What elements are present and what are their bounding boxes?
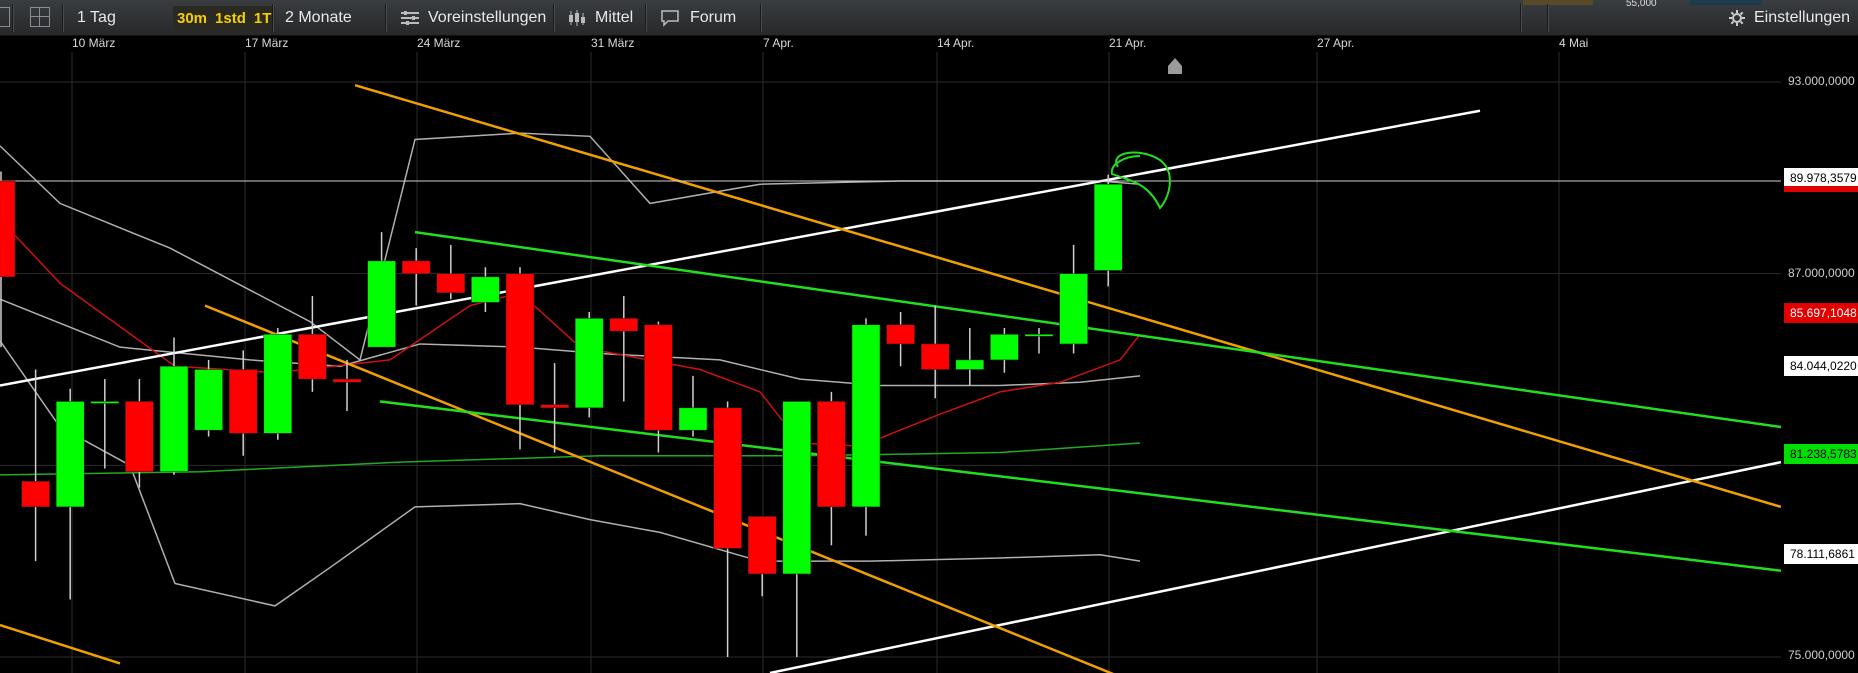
candle-down [609, 318, 639, 332]
price-tick-label: 87.000,0000 [1788, 266, 1855, 280]
forum-label: Forum [690, 9, 737, 26]
price-tag-ma-short: 85.697,1048 [1784, 303, 1858, 323]
candle-up [159, 366, 189, 472]
candle-down [817, 401, 846, 508]
toolbar-divider [760, 4, 762, 32]
price-tag-ma-long: 81.238,5783 [1784, 444, 1858, 464]
date-tick-label: 24 März [417, 36, 461, 50]
candle-down [713, 407, 742, 549]
indicator-label: Mittel [595, 9, 634, 26]
price-tag-bollinger-mid: 84.044,0220 [1784, 356, 1858, 376]
price-tick-label: 93.000,0000 [1788, 74, 1855, 88]
candle-down [21, 481, 50, 508]
candle-down [298, 334, 327, 380]
range-dropdown[interactable]: 2 Monate [285, 0, 352, 36]
presets-button[interactable]: Voreinstellungen [400, 0, 546, 36]
price-tag-last-underlay [1784, 186, 1858, 192]
candle-down [886, 324, 915, 345]
candle-down [125, 401, 154, 472]
toolbar-divider [12, 4, 14, 32]
layout-grid-icon[interactable] [30, 7, 50, 27]
price-tag-bollinger-upper: 89.978,3579 [1784, 168, 1858, 188]
candle-up [1024, 334, 1054, 337]
candle-up [90, 401, 120, 404]
toolbar: 1 Tag 30m 1std 1T 2 Monate Voreinstellun… [0, 0, 1858, 36]
candle-down [505, 273, 535, 405]
candle-down [920, 343, 950, 370]
period-dropdown[interactable]: 1 Tag [77, 0, 116, 36]
candle-down [747, 516, 777, 575]
presets-label: Voreinstellungen [428, 9, 547, 26]
candle-up [1093, 183, 1123, 271]
sliders-icon [401, 11, 419, 25]
candle-down [228, 369, 258, 434]
candle-down [0, 180, 16, 278]
date-tick-label: 21 Apr. [1109, 36, 1147, 50]
candle-up [574, 318, 604, 409]
candle-up [678, 407, 708, 431]
timeframe-group: 30m 1std 1T [173, 6, 276, 30]
chat-bubble-icon [661, 10, 679, 27]
event-marker-icon [1168, 58, 1182, 74]
date-tick-label: 7 Apr. [763, 36, 794, 50]
candlestick-icon [569, 10, 585, 26]
candle-up [367, 260, 396, 348]
trend-line-orange-bottom [0, 623, 121, 665]
candle-down [436, 273, 466, 294]
trend-line-green-lower [379, 400, 1781, 572]
candle-up [782, 401, 812, 575]
candle-down [401, 260, 431, 274]
toolbar-divider [1520, 4, 1522, 32]
date-tick-label: 10 März [72, 36, 116, 50]
price-tick-label: 75.000,0000 [1788, 648, 1855, 662]
menu-icon[interactable] [0, 7, 10, 27]
timeframe-30m[interactable]: 30m [173, 10, 211, 27]
trend-line-white-upper [0, 109, 1481, 387]
date-tick-label: 4 Mai [1559, 36, 1589, 50]
candle-up [1059, 273, 1088, 345]
settings-label: Einstellungen [1754, 9, 1851, 26]
date-tick-label: 27 Apr. [1317, 36, 1355, 50]
candle-up [194, 369, 223, 431]
toolbar-divider [385, 4, 387, 32]
toolbar-divider [272, 4, 274, 32]
candle-up [990, 334, 1019, 361]
toolbar-divider [62, 4, 64, 32]
indicator-button[interactable]: Mittel [567, 0, 633, 36]
toolbar-divider [1547, 4, 1549, 32]
candle-up [955, 359, 985, 370]
candle-up [471, 276, 500, 303]
candle-up [851, 324, 881, 508]
ticker-strip [1523, 0, 1593, 5]
date-tick-label: 17 März [245, 36, 289, 50]
timeframe-1std[interactable]: 1std [211, 10, 250, 27]
candle-down [540, 404, 569, 409]
date-tick-label: 14 Apr. [937, 36, 975, 50]
candle-up [263, 334, 293, 434]
candle-down [332, 378, 362, 383]
bollinger-upper-line [0, 132, 1141, 362]
forum-button[interactable]: Forum [660, 0, 736, 36]
price-tag-bollinger-lower: 78.111,6861 [1784, 544, 1858, 564]
candlestick-chart[interactable] [0, 52, 1781, 673]
candle-up [55, 401, 85, 508]
toolbar-divider [553, 4, 555, 32]
top-right-value: 55,000 [1626, 0, 1657, 7]
toolbar-divider [645, 4, 647, 32]
date-tick-label: 31 März [591, 36, 635, 50]
gear-icon [1729, 10, 1745, 26]
settings-button[interactable]: Einstellungen [1728, 0, 1850, 36]
candle-down [644, 324, 673, 431]
trend-line-white-lower [769, 460, 1781, 673]
